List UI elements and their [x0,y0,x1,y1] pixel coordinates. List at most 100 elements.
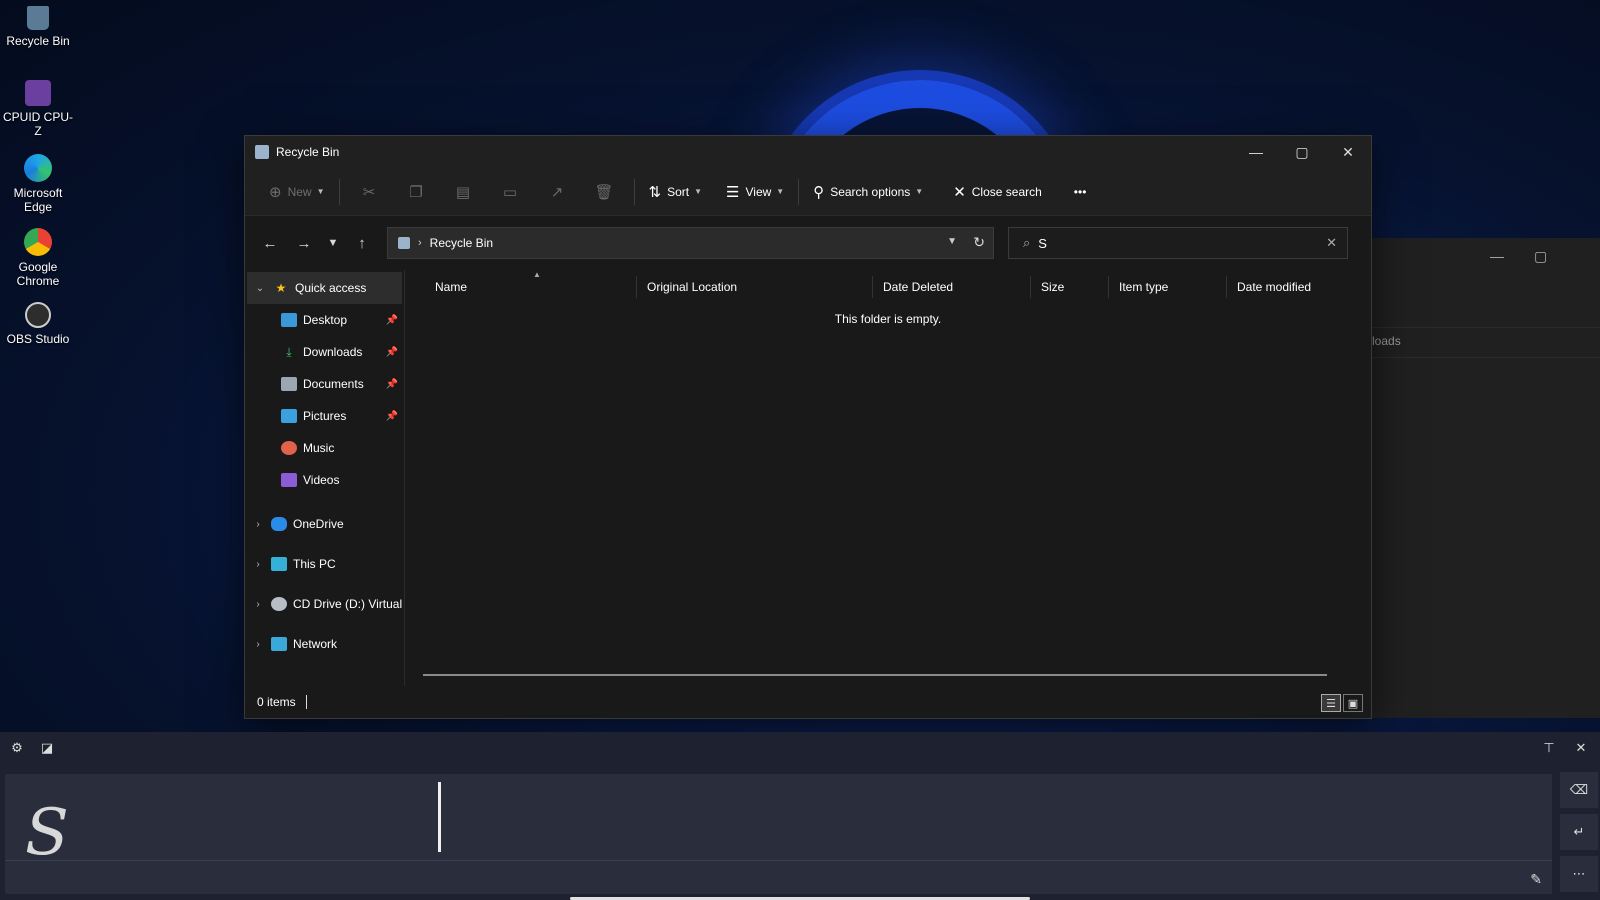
desktop-folder-icon [281,313,297,327]
search-input[interactable] [1038,235,1309,251]
column-header-date-deleted[interactable]: Date Deleted [873,276,1031,298]
forward-button[interactable]: → [287,228,321,258]
recycle-bin-icon [255,145,269,159]
copy-button[interactable]: ❐ [393,176,440,208]
sort-button[interactable]: ⇅ Sort ▼ [641,176,711,208]
nav-item-this-pc[interactable]: › This PC [245,544,404,584]
desktop-icon-edge[interactable]: Microsoft Edge [0,154,76,214]
search-options-button[interactable]: ⚲ Search options ▼ [805,176,931,208]
file-list: ▲ Name Original Location Date Deleted Si… [405,270,1371,686]
videos-icon [281,473,297,487]
nav-item-documents[interactable]: Documents 📌 [255,368,404,400]
pin-icon: 📌 [385,346,398,358]
backspace-icon: ⌫ [1569,782,1589,797]
column-header-date-modified[interactable]: Date modified [1227,276,1337,298]
nav-item-onedrive[interactable]: › OneDrive [245,504,404,544]
recent-locations-button[interactable]: ▼ [321,228,345,258]
close-panel-button[interactable]: ✕ [1570,738,1592,758]
recycle-bin-icon [27,6,49,30]
quick-access-list: Desktop 📌 ⤓ Downloads 📌 Documents 📌 Pict… [245,304,404,496]
column-header-item-type[interactable]: Item type [1109,276,1227,298]
desktop-icon-chrome[interactable]: Google Chrome [0,228,76,288]
column-header-name[interactable]: Name [425,276,637,298]
chevron-down-icon[interactable]: ⌄ [247,283,273,294]
background-window[interactable]: — ▢ ownloads [1344,238,1600,718]
close-button[interactable]: ✕ [1325,136,1371,168]
nav-item-videos[interactable]: Videos [255,464,404,496]
breadcrumb-separator: › [418,237,422,249]
nav-item-quick-access[interactable]: ⌄ ★ Quick access [247,272,402,304]
chevron-right-icon[interactable]: › [245,519,271,530]
cpuz-icon [25,80,51,106]
desktop-icon-cpuz[interactable]: CPUID CPU-Z [0,80,76,138]
column-headers: ▲ Name Original Location Date Deleted Si… [405,270,1371,304]
desktop-icon-obs[interactable]: OBS Studio [0,302,76,346]
close-search-button[interactable]: ✕ Close search [945,176,1050,208]
minimize-button[interactable]: — [1233,136,1279,168]
chevron-right-icon[interactable]: › [245,639,271,650]
arrow-right-icon: → [296,234,312,252]
nav-item-label: Documents [303,377,364,391]
clear-search-icon[interactable]: ✕ [1326,235,1337,251]
back-button[interactable]: ← [253,228,287,258]
writing-baseline [5,860,1552,861]
view-button[interactable]: ☰ View ▼ [718,176,792,208]
chevron-down-icon: ▼ [694,187,703,196]
emoji-button[interactable]: ◪ [36,738,58,758]
divider [633,178,635,205]
nav-item-label: This PC [293,557,336,571]
desktop-icon-recycle-bin[interactable]: Recycle Bin [0,6,76,48]
more-options-button[interactable]: ⋯ [1560,856,1598,892]
dock-button[interactable]: ⊤ [1538,738,1560,758]
maximize-button[interactable]: ▢ [1279,136,1325,168]
rename-button[interactable]: ▭ [487,176,534,208]
address-bar[interactable]: › Recycle Bin ▼ ↻ [387,227,994,259]
backspace-button[interactable]: ⌫ [1560,772,1598,808]
chevron-down-icon: ▼ [327,237,339,249]
new-button[interactable]: ⊕ New ▼ [261,176,333,208]
minimize-icon[interactable]: — [1490,248,1504,264]
nav-item-label: Desktop [303,313,348,327]
maximize-icon[interactable]: ▢ [1534,248,1547,265]
handwriting-canvas[interactable]: S [5,774,1552,894]
background-window-titlebar: — ▢ [1344,238,1600,328]
breadcrumb-recycle-bin[interactable]: Recycle Bin [430,236,493,250]
plus-circle-icon: ⊕ [269,183,282,201]
nav-item-desktop[interactable]: Desktop 📌 [255,304,404,336]
nav-item-music[interactable]: Music [255,432,404,464]
column-header-original-location[interactable]: Original Location [637,276,873,298]
pin-icon: 📌 [385,314,398,326]
share-button[interactable]: ↗ [534,176,581,208]
search-box[interactable]: ⌕ ✕ [1008,227,1348,259]
nav-item-network[interactable]: › Network [245,624,404,664]
pen-settings-icon[interactable]: ✎ [1530,871,1542,888]
minimize-icon: — [1249,144,1263,160]
enter-button[interactable]: ↵ [1560,814,1598,850]
handwriting-panel-header: ⚙ ◪ ⊤ ✕ [0,732,1600,762]
more-button[interactable]: ••• [1066,176,1095,208]
desktop-icon-label: Recycle Bin [6,34,70,48]
desktop-icon-label: Microsoft Edge [13,186,63,214]
nav-item-cd-drive[interactable]: › CD Drive (D:) Virtual [245,584,404,624]
paste-button[interactable]: ▤ [440,176,487,208]
delete-button[interactable]: 🗑 [581,176,628,208]
share-icon: ↗ [550,183,564,201]
column-header-size[interactable]: Size [1031,276,1109,298]
horizontal-scrollbar[interactable] [423,674,1327,676]
cut-button[interactable]: ✂ [346,176,393,208]
enter-icon: ↵ [1573,824,1585,839]
desktop-icon-label: Google Chrome [16,260,60,288]
nav-item-pictures[interactable]: Pictures 📌 [255,400,404,432]
pin-icon: 📌 [385,410,398,422]
refresh-icon[interactable]: ↻ [973,234,985,251]
details-view-button[interactable]: ☰ [1321,694,1341,712]
close-icon: ✕ [953,183,966,201]
nav-item-downloads[interactable]: ⤓ Downloads 📌 [255,336,404,368]
thumbnail-view-button[interactable]: ▣ [1343,694,1363,712]
address-dropdown-icon[interactable]: ▼ [947,236,957,247]
up-button[interactable]: ↑ [345,228,379,258]
settings-button[interactable]: ⚙ [6,738,28,758]
chevron-right-icon[interactable]: › [245,559,271,570]
chevron-right-icon[interactable]: › [245,599,271,610]
navigation-pane: ⌄ ★ Quick access Desktop 📌 ⤓ Downloads 📌 [245,270,405,686]
